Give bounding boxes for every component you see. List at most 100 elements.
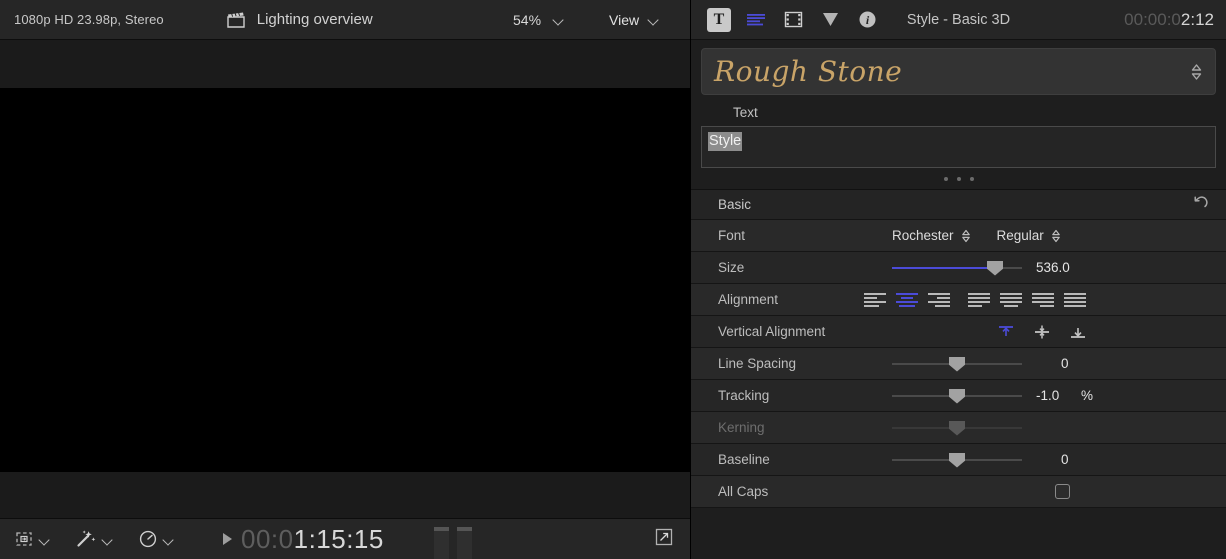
film-frame-icon [784,11,803,28]
align-center-icon[interactable] [896,293,918,307]
video-tab[interactable] [781,8,805,32]
font-family-select[interactable]: Rochester [892,228,971,243]
align-left-icon[interactable] [864,293,886,307]
row-all-caps-label: All Caps [718,484,888,499]
row-kerning-label: Kerning [718,420,888,435]
justify-all-icon[interactable] [1064,293,1086,307]
chevron-down-icon [649,15,658,24]
chevron-down-icon [164,535,173,544]
zoom-level-label: 54% [513,12,541,28]
text-input-value: Style [708,132,742,151]
canvas-title-text: Style [78,172,599,376]
row-font: Font Rochester Regular [691,220,1226,252]
tracking-slider[interactable] [892,387,1022,405]
valign-middle-icon[interactable] [1032,324,1052,340]
timecode-bright-part: 1:15:15 [294,524,384,554]
clapperboard-icon [226,11,246,29]
row-size-label: Size [718,260,888,275]
audio-meters[interactable] [434,527,472,559]
valign-top-icon[interactable] [996,324,1016,340]
row-baseline: Baseline 0 [691,444,1226,476]
tracking-value[interactable]: -1.0 [1036,388,1059,403]
audio-meter-right [457,527,472,559]
resize-grip-icon[interactable] [691,168,1226,189]
valign-bottom-icon[interactable] [1068,324,1088,340]
chevron-down-icon [40,535,49,544]
text-input[interactable]: Style [701,126,1216,168]
view-menu-button[interactable]: View [609,12,658,28]
style-tab[interactable] [744,8,768,32]
audio-meter-left [434,527,449,559]
fullscreen-expand-icon [654,527,674,547]
view-menu-label: View [609,12,639,28]
row-tracking-label: Tracking [718,388,888,403]
basic-section-label: Basic [718,197,751,212]
row-font-label: Font [718,228,888,243]
basic-section-header: Basic [691,189,1226,220]
font-family-value: Rochester [892,228,954,243]
info-circle-icon: i [858,10,877,29]
baseline-slider[interactable] [892,451,1022,469]
preset-selector-wrap: Rough Stone [691,40,1226,95]
inspector-pane: T [690,0,1226,559]
reset-arrow-icon[interactable] [1192,193,1210,216]
text-T-icon: T [714,11,725,29]
viewer-canvas[interactable]: Style [0,88,690,472]
transform-tool-button[interactable] [14,530,49,548]
font-style-value: Regular [997,228,1044,243]
zoom-level-button[interactable]: 54% [513,12,563,28]
viewer-toolbar: 00:01:15:15 [0,518,690,559]
magic-wand-icon [75,529,97,549]
viewer-topbar: 1080p HD 23.98p, Stereo Lighting overvie… [0,0,690,40]
row-baseline-label: Baseline [718,452,888,467]
row-size: Size 536.0 [691,252,1226,284]
font-style-select[interactable]: Regular [997,228,1061,243]
size-slider[interactable] [892,259,1022,277]
triangle-filter-icon [821,11,840,28]
enhance-tool-button[interactable] [75,529,112,549]
preset-selector[interactable]: Rough Stone [701,48,1216,95]
row-vertical-alignment: Vertical Alignment [691,316,1226,348]
text-tab[interactable]: T [707,8,731,32]
stepper-up-down-icon[interactable] [1190,63,1203,81]
timecode-bright-part: 2:12 [1181,10,1214,29]
justify-left-icon[interactable] [968,293,990,307]
inspector-timecode[interactable]: 00:00:02:12 [1124,10,1214,30]
chevron-down-icon [103,535,112,544]
row-alignment: Alignment [691,284,1226,316]
timecode-dim-part: 00:00:0 [1124,10,1181,29]
row-kerning: Kerning [691,412,1226,444]
all-caps-checkbox[interactable] [1055,484,1070,499]
crop-transform-icon [14,530,34,548]
preset-name-label: Rough Stone [714,55,902,88]
line-spacing-value[interactable]: 0 [1061,356,1069,371]
info-tab[interactable]: i [855,8,879,32]
stepper-up-down-icon [1051,229,1061,243]
line-spacing-slider[interactable] [892,355,1022,373]
timecode-dim-part: 00:0 [241,524,294,554]
viewer-timecode[interactable]: 00:01:15:15 [241,524,384,555]
viewer-letterbox-bottom [0,472,690,518]
tracking-unit: % [1081,388,1093,403]
format-info-label: 1080p HD 23.98p, Stereo [14,12,164,27]
basic-section-rows: Font Rochester Regular [691,220,1226,559]
row-line-spacing-label: Line Spacing [718,356,888,371]
size-value[interactable]: 536.0 [1036,260,1070,275]
speedometer-icon [138,529,158,549]
row-all-caps: All Caps [691,476,1226,508]
align-right-icon[interactable] [928,293,950,307]
baseline-value[interactable]: 0 [1061,452,1069,467]
viewer-pane: 1080p HD 23.98p, Stereo Lighting overvie… [0,0,690,559]
justify-full-icon[interactable] [1000,293,1022,307]
fullscreen-expand-button[interactable] [654,527,674,552]
generator-tab[interactable] [818,8,842,32]
playhead-timecode-group[interactable]: 00:01:15:15 [223,524,384,555]
text-editor-wrap: Style [691,126,1226,168]
play-icon[interactable] [223,533,232,545]
justify-right-icon[interactable] [1032,293,1054,307]
chevron-down-icon [554,15,563,24]
row-line-spacing: Line Spacing 0 [691,348,1226,380]
retime-tool-button[interactable] [138,529,173,549]
final-cut-pro-window: 1080p HD 23.98p, Stereo Lighting overvie… [0,0,1226,559]
row-tracking: Tracking -1.0 % [691,380,1226,412]
